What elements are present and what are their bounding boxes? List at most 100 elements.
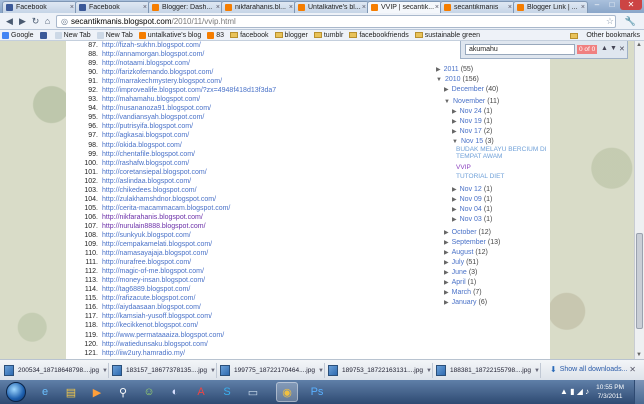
blog-link[interactable]: http://magic-of-me.blogspot.com/ bbox=[102, 268, 204, 275]
archive-item[interactable]: ▼ November (11) bbox=[444, 97, 499, 107]
archive-item[interactable]: ▶ Nov 17 (2) bbox=[452, 127, 492, 137]
expand-toggle-icon[interactable]: ▶ bbox=[444, 280, 449, 286]
blog-link[interactable]: http://iiw2ury.hamradio.my/ bbox=[102, 350, 185, 357]
blog-link[interactable]: http://coretansiepal.blogspot.com/ bbox=[102, 169, 207, 176]
blog-link[interactable]: http://kecikkenot.blogspot.com/ bbox=[102, 322, 198, 329]
tab-close-icon[interactable]: × bbox=[362, 4, 366, 11]
expand-toggle-icon[interactable]: ▶ bbox=[452, 217, 457, 223]
scrollbar-thumb[interactable] bbox=[636, 233, 643, 329]
archive-link[interactable]: 2010 bbox=[445, 76, 461, 83]
blog-link[interactable]: http://namasayajaja.blogspot.com/ bbox=[102, 250, 208, 257]
expand-toggle-icon[interactable]: ▶ bbox=[444, 230, 449, 236]
expand-toggle-icon[interactable]: ▶ bbox=[444, 270, 449, 276]
archive-link[interactable]: June bbox=[452, 269, 467, 276]
archive-link[interactable]: January bbox=[452, 299, 477, 306]
blog-link[interactable]: http://annamorgan.blogspot.com/ bbox=[102, 51, 204, 58]
blog-link[interactable]: http://www.permataaaiza.blogspot.com/ bbox=[102, 332, 224, 339]
blog-link[interactable]: http://chikedees.blogspot.com/ bbox=[102, 187, 197, 194]
expand-toggle-icon[interactable]: ▶ bbox=[452, 119, 457, 125]
blog-link[interactable]: http://cempakamelati.blogspot.com/ bbox=[102, 241, 212, 248]
blog-link[interactable]: http://putrisyifa.blogspot.com/ bbox=[102, 123, 193, 130]
ie-icon[interactable]: e bbox=[34, 382, 56, 402]
blog-link[interactable]: http://improvealife.blogspot.com/?zx=494… bbox=[102, 87, 276, 94]
maximize-button[interactable]: □ bbox=[605, 0, 619, 10]
other-bookmarks[interactable]: Other bookmarks bbox=[570, 32, 640, 39]
adobe-icon[interactable]: A bbox=[190, 382, 212, 402]
blog-link[interactable]: http://nurafree.blogspot.com/ bbox=[102, 259, 191, 266]
archive-item[interactable]: ▶ September (13) bbox=[444, 238, 500, 248]
expand-toggle-icon[interactable]: ▶ bbox=[444, 250, 449, 256]
archive-link[interactable]: Nov 19 bbox=[460, 118, 482, 125]
bookmark-item[interactable]: facebook bbox=[230, 32, 269, 39]
archive-link[interactable]: July bbox=[452, 259, 464, 266]
archive-link[interactable]: Nov 03 bbox=[460, 216, 482, 223]
archive-link[interactable]: 2011 bbox=[444, 66, 459, 73]
blog-link[interactable]: http://nusananoza91.blogspot.com/ bbox=[102, 105, 211, 112]
reload-icon[interactable]: ↻ bbox=[30, 16, 41, 27]
bookmark-star-icon[interactable]: ☆ bbox=[606, 16, 614, 27]
tab-4[interactable]: Untalkative's bl... × bbox=[294, 1, 369, 13]
blog-link[interactable]: http://notaami.blogspot.com/ bbox=[102, 60, 190, 67]
bookmark-item[interactable]: New Tab bbox=[54, 31, 91, 39]
tab-5[interactable]: VVIP | secantik... × bbox=[367, 1, 442, 13]
skype-icon[interactable]: S bbox=[216, 382, 238, 402]
app-icon[interactable]: ◐ bbox=[164, 382, 186, 402]
bookmark-item[interactable]: untalkative's blog bbox=[138, 31, 201, 39]
blog-link[interactable]: http://watiedunsaku.blogspot.com/ bbox=[102, 341, 208, 348]
archive-link[interactable]: October bbox=[452, 229, 477, 236]
bookmark-item[interactable]: New Tab bbox=[96, 31, 133, 39]
download-item[interactable]: 183157_18677378135....jpg ▼ bbox=[112, 363, 216, 378]
bookmark-item[interactable]: sustainable green bbox=[414, 32, 480, 39]
archive-item[interactable]: ▶ April (1) bbox=[444, 278, 476, 288]
vertical-scrollbar[interactable]: ▲ ▼ bbox=[634, 41, 644, 359]
tab-3[interactable]: nikfarahanis.bl... × bbox=[221, 1, 296, 13]
archive-item[interactable]: ▶ July (51) bbox=[444, 258, 479, 268]
tab-close-icon[interactable]: × bbox=[508, 4, 512, 11]
explorer-icon[interactable]: ▤ bbox=[60, 382, 82, 402]
scroll-up-icon[interactable]: ▲ bbox=[636, 42, 642, 48]
expand-toggle-icon[interactable]: ▶ bbox=[444, 240, 449, 246]
archive-item[interactable]: ▶ June (3) bbox=[444, 268, 477, 278]
start-button[interactable] bbox=[6, 382, 26, 402]
archive-link[interactable]: September bbox=[452, 239, 486, 246]
archive-link[interactable]: Nov 04 bbox=[460, 206, 482, 213]
blog-link[interactable]: http://vandiansyah.blogspot.com/ bbox=[102, 114, 204, 121]
bookmark-item[interactable]: Google bbox=[2, 31, 34, 39]
expand-toggle-icon[interactable]: ▼ bbox=[452, 139, 458, 145]
bookmark-item[interactable]: 83 bbox=[207, 31, 224, 39]
window-icon[interactable]: ▭ bbox=[242, 382, 264, 402]
archive-item[interactable]: ▶ 2011 (55) bbox=[436, 65, 473, 75]
messenger-icon[interactable]: ☺ bbox=[138, 382, 160, 402]
expand-toggle-icon[interactable]: ▶ bbox=[436, 67, 441, 73]
show-all-downloads-link[interactable]: ⬇ Show all downloads... bbox=[550, 365, 627, 374]
blog-link[interactable]: http://nikfarahanis.blogspot.com/ bbox=[102, 214, 203, 221]
archive-item[interactable]: ▼ 2010 (156) bbox=[436, 75, 479, 85]
tab-6[interactable]: secantikmanis × bbox=[440, 1, 515, 13]
show-desktop-button[interactable] bbox=[634, 380, 644, 404]
expand-toggle-icon[interactable]: ▼ bbox=[436, 77, 442, 83]
find-next-icon[interactable]: ▼ bbox=[610, 45, 617, 52]
bookmark-item[interactable]: blogger bbox=[274, 32, 308, 39]
blog-link[interactable]: http://mahamahu.blogspot.com/ bbox=[102, 96, 200, 103]
tab-close-icon[interactable]: × bbox=[435, 4, 439, 11]
back-icon[interactable]: ◀ bbox=[4, 16, 15, 27]
archive-post-link[interactable]: VVIP bbox=[456, 164, 548, 171]
tab-close-icon[interactable]: × bbox=[216, 4, 220, 11]
blog-link[interactable]: http://aiydaasaan.blogspot.com/ bbox=[102, 304, 201, 311]
tab-close-icon[interactable]: × bbox=[70, 4, 74, 11]
expand-toggle-icon[interactable]: ▶ bbox=[444, 260, 449, 266]
archive-link[interactable]: November bbox=[453, 98, 485, 105]
tab-2[interactable]: Blogger: Dash... × bbox=[148, 1, 223, 13]
photoshop-icon[interactable]: Ps bbox=[306, 382, 328, 402]
system-tray-icons[interactable]: ▲ ▮ ◢ ♪ bbox=[560, 387, 589, 396]
archive-link[interactable]: Nov 17 bbox=[460, 128, 482, 135]
archive-link[interactable]: August bbox=[452, 249, 474, 256]
archive-link[interactable]: December bbox=[452, 86, 484, 93]
tab-1[interactable]: Facebook × bbox=[75, 1, 150, 13]
archive-link[interactable]: Nov 12 bbox=[460, 186, 482, 193]
expand-toggle-icon[interactable]: ▶ bbox=[444, 300, 449, 306]
search-icon[interactable]: ⚲ bbox=[112, 382, 134, 402]
find-prev-icon[interactable]: ▲ bbox=[601, 45, 608, 52]
bookmark-item[interactable]: facebookfriends bbox=[349, 32, 409, 39]
address-bar[interactable]: ◎ secantikmanis.blogspot.com/2010/11/vvi… bbox=[56, 15, 616, 28]
